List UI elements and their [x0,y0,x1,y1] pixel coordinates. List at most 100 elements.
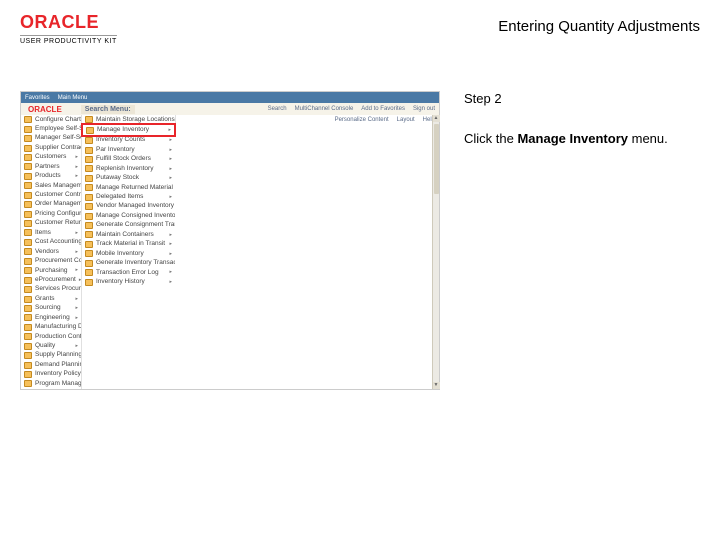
menu-item[interactable]: Manager Self-Service▸ [21,134,81,143]
menu-item[interactable]: Putaway Stock▸ [82,174,175,183]
chevron-right-icon: ▸ [75,315,78,322]
menu-item-label: Customer Contracts [35,191,81,199]
menu-item-label: Pricing Configuration [35,210,81,218]
menu-item[interactable]: Track Material in Transit▸ [82,240,175,249]
menu-item[interactable]: Inventory Policy Planning▸ [21,370,81,379]
menu-item[interactable]: Sourcing▸ [21,304,81,313]
chevron-right-icon: ▸ [169,137,172,144]
menu-item[interactable]: Products▸ [21,172,81,181]
menu-item[interactable]: Maintain Containers▸ [82,230,175,239]
folder-icon [24,126,32,133]
layout-link[interactable]: Layout [397,117,415,123]
chevron-right-icon: ▸ [169,194,172,201]
folder-icon [85,156,93,163]
scroll-up-icon[interactable]: ▲ [433,115,440,122]
menu-item[interactable]: Grants▸ [21,294,81,303]
menu-item-label: Engineering [35,314,70,322]
scroll-thumb[interactable] [434,124,439,194]
menu-item[interactable]: Order Management▸ [21,200,81,209]
folder-icon [85,222,93,229]
menu-item[interactable]: Generate Inventory Transactions▸ [82,259,175,268]
instruction-panel: Step 2 Click the Manage Inventory menu. [464,91,704,390]
oracle-logo: ORACLE [20,12,117,33]
favorites-menu[interactable]: Favorites [25,95,50,101]
folder-icon [24,229,32,236]
menu-item[interactable]: Pricing Configuration▸ [21,209,81,218]
page-title: Entering Quantity Adjustments [498,18,700,35]
brand-block: ORACLE USER PRODUCTIVITY KIT [20,12,117,45]
menu-item-label: Inventory Policy Planning [35,370,81,378]
link-multichannel[interactable]: MultiChannel Console [295,106,354,112]
menu-item[interactable]: Delegated Items▸ [82,193,175,202]
menu-item[interactable]: Production Control▸ [21,332,81,341]
menu-item[interactable]: Program Management▸ [21,379,81,388]
menu-item[interactable]: Supply Planning▸ [21,351,81,360]
chevron-right-icon: ▸ [169,279,172,286]
menu-item-manage-inventory[interactable]: Manage Inventory▸ [81,123,176,136]
menu-item[interactable]: Manufacturing Definitions▸ [21,323,81,332]
menu-item-label: Production Control [35,333,81,341]
menu-item[interactable]: Inventory History▸ [82,277,175,286]
menu-item[interactable]: Employee Self-Service▸ [21,124,81,133]
menu-item[interactable]: Configure Chart▸ [21,115,81,124]
chevron-right-icon: ▸ [169,175,172,182]
menu-item-label: Vendor Managed Inventory [96,202,174,210]
chevron-right-icon: ▸ [169,269,172,276]
personalize-link[interactable]: Personalize Content [335,117,389,123]
menu-item-label: Supply Planning [35,351,81,359]
menu-item-label: Transaction Error Log [96,269,159,277]
menu-item[interactable]: Generate Consignment Transactions▸ [82,221,175,230]
chevron-right-icon: ▸ [169,147,172,154]
chevron-right-icon: ▸ [75,343,78,350]
ps-oracle-logo: ORACLE [25,105,65,114]
main-menu[interactable]: Main Menu [58,95,88,101]
menu-item[interactable]: Par Inventory▸ [82,145,175,154]
menu-item[interactable]: Customers▸ [21,153,81,162]
folder-icon [24,277,32,284]
menu-item[interactable]: Services Procurement▸ [21,285,81,294]
menu-item[interactable]: Transaction Error Log ▸ [82,268,175,277]
folder-icon [24,286,32,293]
menu-item[interactable]: Replenish Inventory▸ [82,164,175,173]
menu-item[interactable]: Engineering ▸ [21,313,81,322]
menu-item[interactable]: Vendors▸ [21,247,81,256]
menu-item-label: Configure Chart [35,116,81,124]
menu-item-label: Grants [35,295,55,303]
menu-item[interactable]: Fulfill Stock Orders▸ [82,155,175,164]
menu-item[interactable]: Manage Consigned Inventory▸ [82,211,175,220]
menu-item[interactable]: Demand Planning▸ [21,360,81,369]
chevron-right-icon: ▸ [169,232,172,239]
menu-item-label: Program Management [35,380,81,388]
folder-icon [85,137,93,144]
menu-item[interactable]: Procurement Contracts▸ [21,257,81,266]
folder-icon [85,194,93,201]
scrollbar[interactable]: ▲ ▼ [432,115,439,389]
menu-item[interactable]: Customer Returns▸ [21,219,81,228]
menu-column-submenu: Maintain Storage Locations▸Manage Invent… [81,115,175,389]
folder-icon [24,182,32,189]
menu-item-label: Demand Planning [35,361,81,369]
menu-item[interactable]: Cost Accounting▸ [21,238,81,247]
menu-item[interactable]: Partners▸ [21,162,81,171]
menu-item[interactable]: Sales Management▸ [21,181,81,190]
link-signout[interactable]: Sign out [413,106,435,112]
menu-item[interactable]: Manage Returned Material▸ [82,183,175,192]
menu-item[interactable]: Purchasing▸ [21,266,81,275]
scroll-down-icon[interactable]: ▼ [433,382,440,389]
menu-item[interactable]: eProcurement▸ [21,275,81,284]
menu-item[interactable]: Supplier Contracts▸ [21,143,81,152]
menu-item[interactable]: Vendor Managed Inventory▸ [82,202,175,211]
folder-icon [24,248,32,255]
folder-icon [24,258,32,265]
link-search[interactable]: Search [268,106,287,112]
folder-icon [85,184,93,191]
link-add-fav[interactable]: Add to Favorites [361,106,405,112]
menu-item[interactable]: Customer Contracts▸ [21,191,81,200]
folder-icon [24,267,32,274]
chevron-right-icon: ▸ [169,251,172,258]
menu-item[interactable]: Quality▸ [21,342,81,351]
header-links: Search MultiChannel Console Add to Favor… [268,106,435,112]
menu-item[interactable]: Mobile Inventory▸ [82,249,175,258]
menu-item[interactable]: Items▸ [21,228,81,237]
menu-item[interactable]: Inventory Counts▸ [82,136,175,145]
